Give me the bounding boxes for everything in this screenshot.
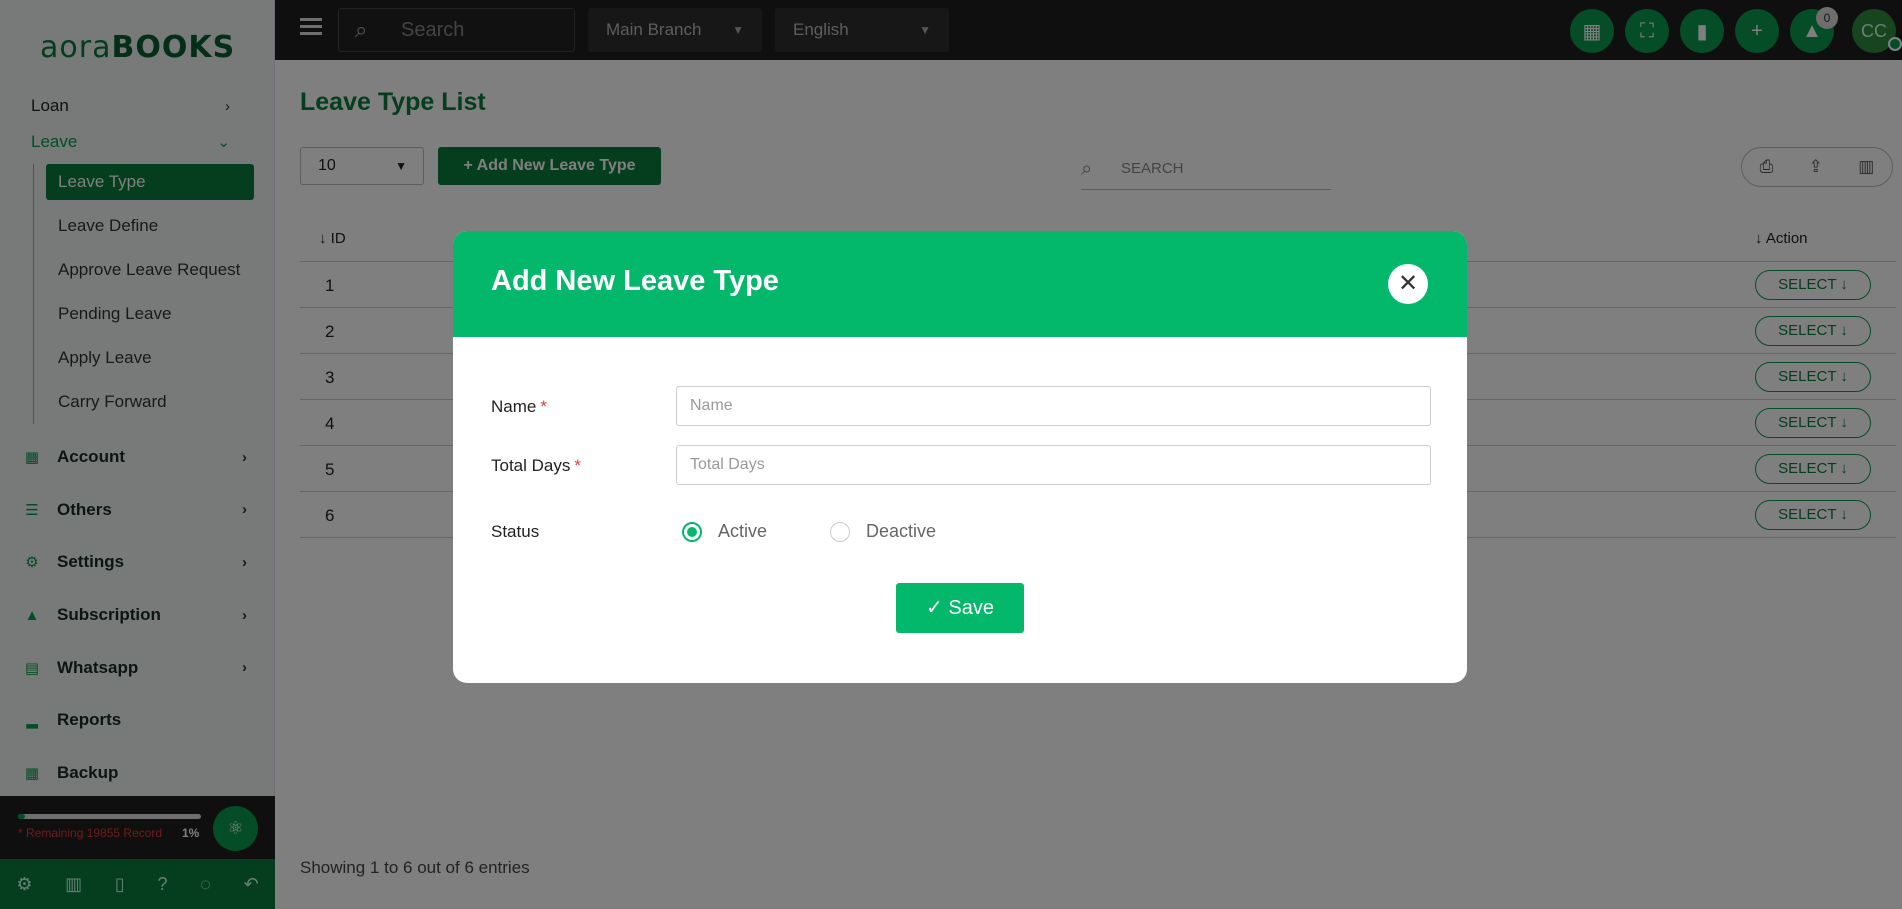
radio-checked-icon <box>682 521 702 542</box>
status-deactive-radio[interactable]: Deactive <box>830 521 936 542</box>
modal-title: Add New Leave Type <box>491 265 779 297</box>
add-leave-type-modal: Add New Leave Type ✕ Name * Name Total Da… <box>453 231 1467 683</box>
close-button[interactable]: ✕ <box>1388 264 1428 304</box>
total-days-input[interactable]: Total Days <box>676 445 1431 485</box>
close-icon: ✕ <box>1397 270 1419 297</box>
total-days-label: Total Days * <box>491 456 581 475</box>
name-row: Name * Name <box>491 386 1431 426</box>
status-active-radio[interactable]: Active <box>682 521 767 542</box>
status-row: Status Active Deactive <box>491 511 1431 551</box>
name-label: Name * <box>491 397 547 416</box>
modal-header: Add New Leave Type ✕ <box>453 231 1467 337</box>
name-input[interactable]: Name <box>676 386 1431 426</box>
total-days-row: Total Days * Total Days <box>491 445 1431 485</box>
status-label: Status <box>491 522 540 541</box>
radio-unchecked-icon <box>830 521 850 542</box>
save-button[interactable]: ✓ Save <box>896 583 1024 633</box>
